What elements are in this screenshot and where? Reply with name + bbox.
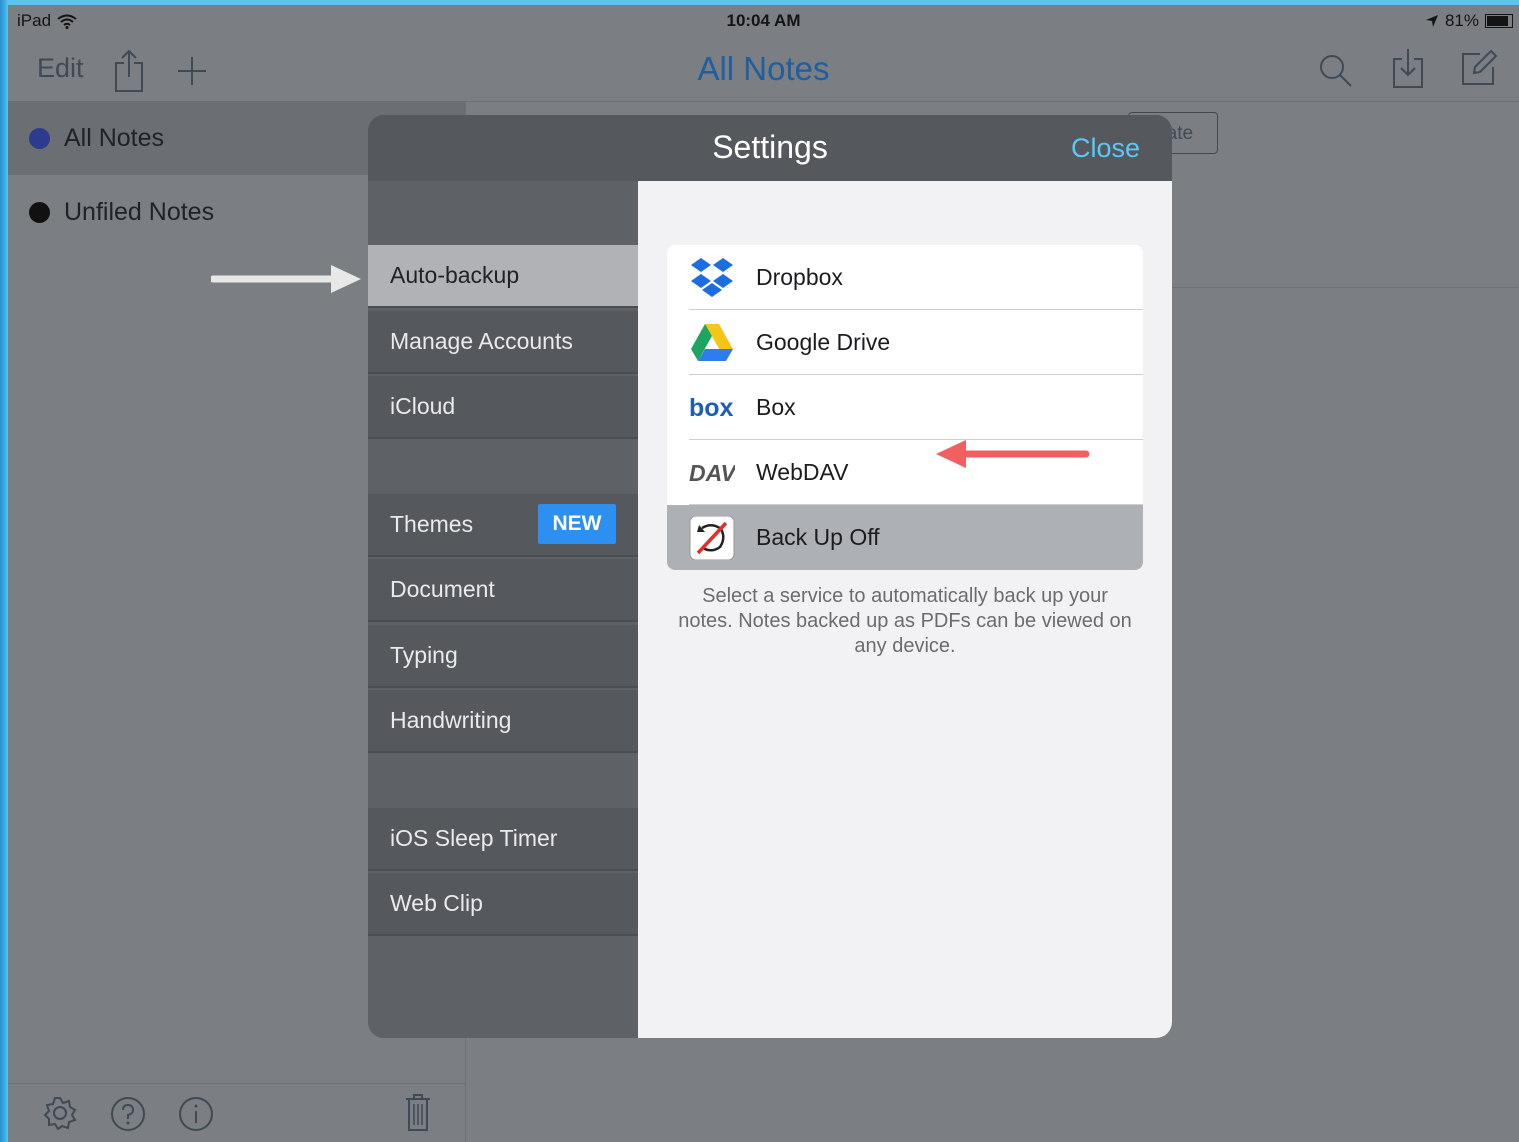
menu-item-label: Document xyxy=(390,576,495,602)
sidebar-item-label: Unfiled Notes xyxy=(64,197,215,226)
info-icon[interactable] xyxy=(178,1096,214,1132)
menu-item-document[interactable]: Document xyxy=(368,559,638,622)
service-google-drive[interactable]: Google Drive xyxy=(667,310,1143,375)
backup-off-icon xyxy=(689,516,735,560)
menu-item-themes[interactable]: Themes NEW xyxy=(368,494,638,557)
google-drive-icon xyxy=(691,324,733,361)
page-title: All Notes xyxy=(697,50,830,87)
menu-item-manage-accounts[interactable]: Manage Accounts xyxy=(368,311,638,374)
service-label: Dropbox xyxy=(756,264,843,290)
status-bar: iPad 10:04 AM 81% xyxy=(8,5,1519,35)
notebook-color-dot xyxy=(29,127,50,149)
notebook-color-dot xyxy=(29,201,50,223)
menu-item-handwriting[interactable]: Handwriting xyxy=(368,690,638,753)
trash-icon[interactable] xyxy=(404,1092,432,1132)
menu-item-label: Handwriting xyxy=(390,707,512,733)
backup-service-list: Dropbox Google Drive box Box DAV WebDAV … xyxy=(667,245,1143,570)
menu-item-label: Typing xyxy=(390,642,458,668)
menu-item-label: Manage Accounts xyxy=(390,328,573,354)
webdav-icon: DAV xyxy=(689,460,735,486)
nav-bar: Edit All Notes xyxy=(8,35,1519,102)
help-icon[interactable] xyxy=(110,1096,146,1132)
gear-icon[interactable] xyxy=(43,1096,77,1130)
location-icon xyxy=(1425,15,1438,27)
service-dropbox[interactable]: Dropbox xyxy=(667,245,1143,310)
menu-item-label: iOS Sleep Timer xyxy=(390,825,558,851)
annotation-arrow-white xyxy=(211,265,361,293)
dropbox-icon xyxy=(691,258,733,297)
menu-item-typing[interactable]: Typing xyxy=(368,625,638,688)
settings-modal: Settings Close Auto-backup Manage Accoun… xyxy=(368,115,1172,1038)
download-icon[interactable] xyxy=(1391,47,1425,89)
search-icon[interactable] xyxy=(1318,53,1354,89)
menu-item-label: Web Clip xyxy=(390,890,483,916)
annotation-arrow-red xyxy=(936,440,1090,468)
service-label: Box xyxy=(756,394,796,420)
close-button[interactable]: Close xyxy=(1071,133,1140,164)
box-icon: box xyxy=(689,394,734,422)
new-badge: NEW xyxy=(538,504,616,544)
settings-title: Settings xyxy=(712,129,828,165)
battery-icon xyxy=(1485,14,1513,28)
status-time: 10:04 AM xyxy=(726,11,801,30)
menu-item-web-clip[interactable]: Web Clip xyxy=(368,873,638,936)
compose-icon[interactable] xyxy=(1460,49,1498,87)
menu-item-label: Themes xyxy=(390,511,474,537)
service-label: Back Up Off xyxy=(756,524,880,550)
auto-backup-panel: Dropbox Google Drive box Box DAV WebDAV … xyxy=(638,181,1172,1038)
service-box[interactable]: box Box xyxy=(667,375,1143,440)
settings-header: Settings Close xyxy=(368,115,1172,181)
menu-item-ios-sleep-timer[interactable]: iOS Sleep Timer xyxy=(368,808,638,871)
backup-description: Select a service to automatically back u… xyxy=(678,585,1132,657)
sidebar-item-label: All Notes xyxy=(64,123,165,152)
svg-text:box: box xyxy=(689,394,734,422)
service-label: Google Drive xyxy=(756,329,891,355)
menu-item-icloud[interactable]: iCloud xyxy=(368,376,638,439)
menu-item-auto-backup[interactable]: Auto-backup xyxy=(368,245,638,308)
service-label: WebDAV xyxy=(756,459,849,485)
settings-menu: Auto-backup Manage Accounts iCloud Theme… xyxy=(368,181,638,1038)
service-backup-off[interactable]: Back Up Off xyxy=(667,505,1143,570)
ipad-screen: iPad 10:04 AM 81% Edit All Notes All Not… xyxy=(8,5,1519,1142)
divider xyxy=(1172,287,1519,288)
sidebar-toolbar xyxy=(8,1083,465,1142)
svg-text:DAV: DAV xyxy=(689,460,735,486)
battery-percent: 81% xyxy=(1444,11,1479,30)
menu-item-label: iCloud xyxy=(390,393,456,419)
menu-item-label: Auto-backup xyxy=(390,262,520,288)
